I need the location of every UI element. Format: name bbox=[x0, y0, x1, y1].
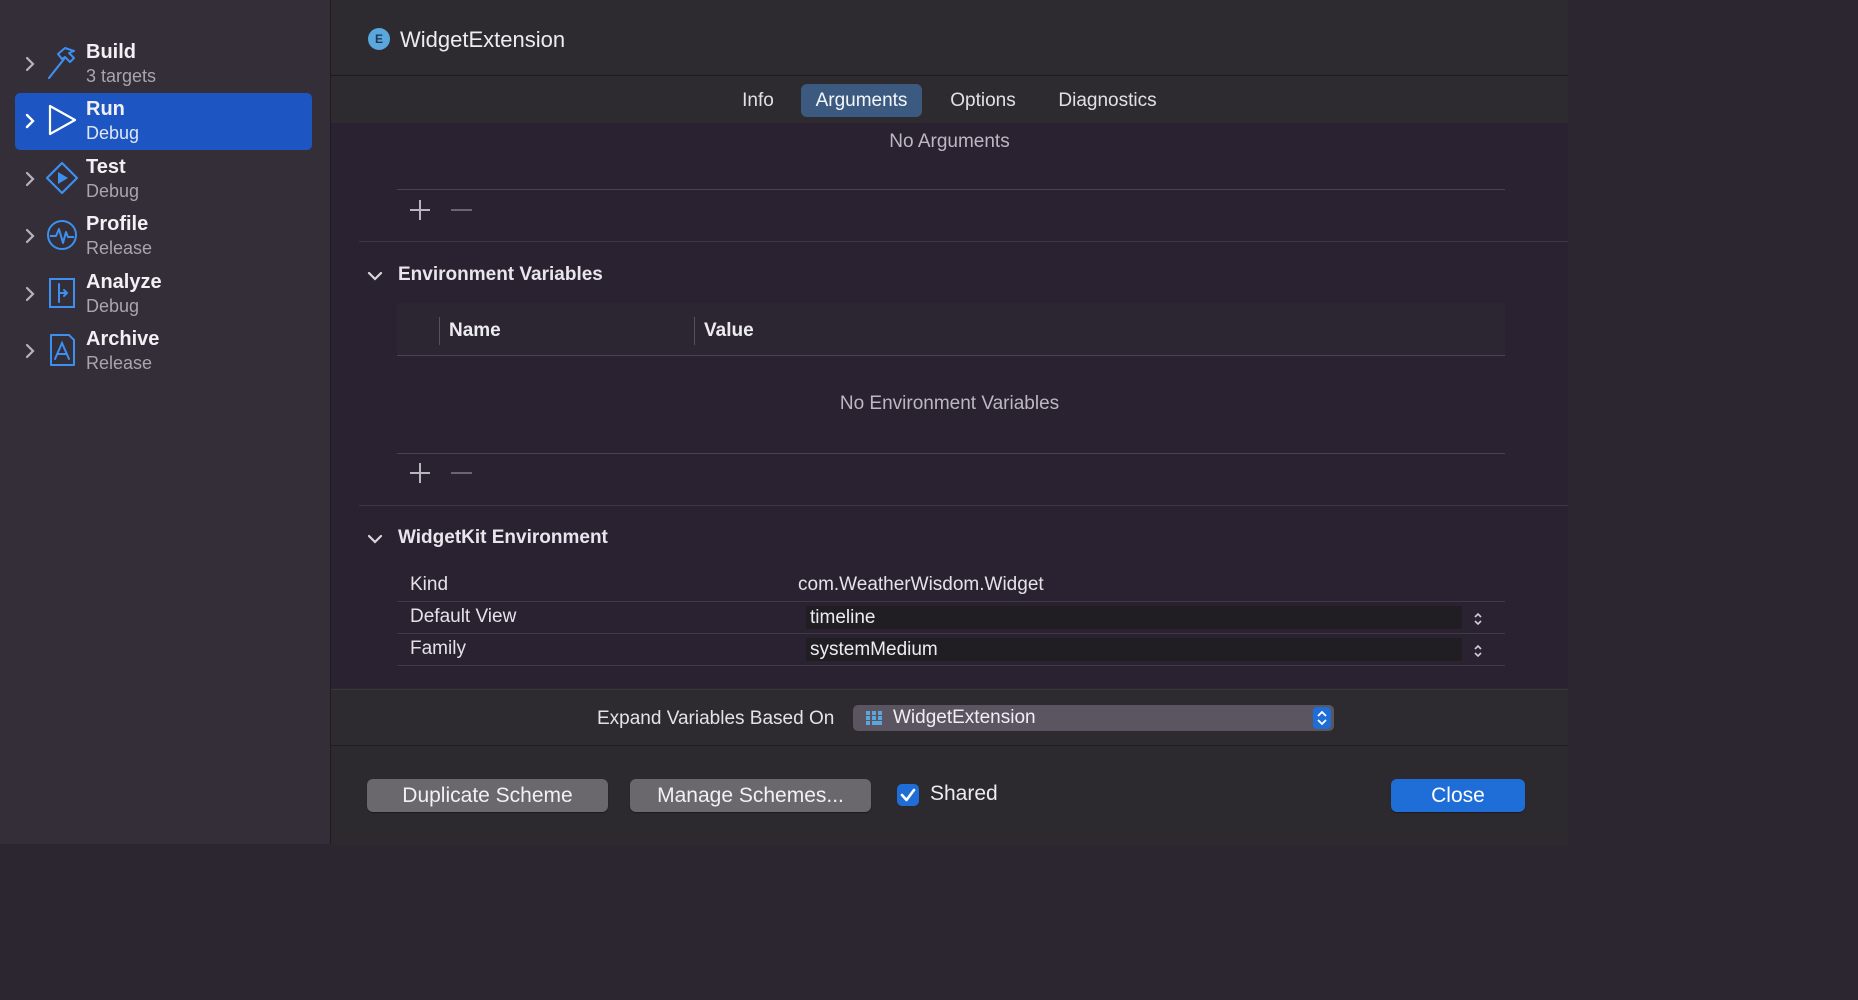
close-button[interactable]: Close bbox=[1391, 779, 1525, 812]
expand-variables-popup[interactable]: WidgetExtension bbox=[853, 705, 1334, 731]
sidebar-item-title: Test bbox=[86, 156, 126, 178]
shared-checkbox[interactable] bbox=[897, 784, 919, 806]
sidebar-item-title: Run bbox=[86, 98, 125, 120]
duplicate-scheme-button[interactable]: Duplicate Scheme bbox=[367, 779, 608, 812]
add-argument-button[interactable] bbox=[410, 200, 430, 220]
env-table-header: Name Value bbox=[397, 303, 1505, 355]
chevron-right-icon[interactable] bbox=[22, 226, 38, 246]
sidebar-item-archive[interactable]: Archive Release bbox=[15, 323, 312, 380]
hammer-icon bbox=[47, 47, 75, 80]
chevron-right-icon[interactable] bbox=[22, 54, 38, 74]
up-down-stepper-icon[interactable] bbox=[1472, 642, 1484, 660]
sidebar-item-title: Analyze bbox=[86, 271, 162, 293]
column-header-value[interactable]: Value bbox=[704, 320, 754, 342]
column-divider bbox=[439, 317, 440, 345]
add-remove-arguments bbox=[410, 200, 472, 220]
add-remove-env-vars bbox=[410, 463, 472, 483]
sidebar-item-profile[interactable]: Profile Release bbox=[15, 208, 312, 265]
default-view-label: Default View bbox=[410, 606, 517, 627]
scheme-header: E WidgetExtension bbox=[331, 0, 1568, 76]
expand-variables-bar: Expand Variables Based On WidgetExtensio… bbox=[331, 689, 1568, 746]
column-divider bbox=[694, 317, 695, 345]
section-divider bbox=[359, 241, 1568, 242]
archive-icon bbox=[50, 334, 75, 366]
test-diamond-icon bbox=[45, 161, 79, 195]
arguments-content: No Arguments Environment Variables Name … bbox=[331, 123, 1568, 688]
scheme-action-sidebar: Build 3 targets Run Debug Test Debug Pro… bbox=[0, 0, 331, 844]
family-field[interactable]: systemMedium bbox=[806, 638, 1462, 661]
sidebar-item-subtitle: 3 targets bbox=[86, 66, 157, 86]
popup-arrows-icon bbox=[1313, 707, 1331, 729]
analyze-icon bbox=[49, 278, 75, 308]
scheme-title: WidgetExtension bbox=[400, 27, 566, 52]
sidebar-item-subtitle: Debug bbox=[86, 123, 140, 143]
manage-schemes-button[interactable]: Manage Schemes... bbox=[630, 779, 871, 812]
chevron-right-icon[interactable] bbox=[22, 341, 38, 361]
sidebar-item-build[interactable]: Build 3 targets bbox=[15, 36, 312, 93]
add-env-var-button[interactable] bbox=[410, 463, 430, 483]
chevron-right-icon[interactable] bbox=[22, 284, 38, 304]
divider bbox=[397, 189, 1505, 190]
tab-arguments[interactable]: Arguments bbox=[801, 84, 922, 117]
dialog-footer: Duplicate Scheme Manage Schemes... Share… bbox=[331, 745, 1568, 845]
sidebar-item-test[interactable]: Test Debug bbox=[15, 151, 312, 208]
divider bbox=[397, 601, 1505, 602]
tab-info[interactable]: Info bbox=[728, 84, 788, 117]
tab-diagnostics[interactable]: Diagnostics bbox=[1045, 84, 1170, 117]
sidebar-item-subtitle: Debug bbox=[86, 181, 140, 201]
kind-value: com.WeatherWisdom.Widget bbox=[798, 574, 1044, 595]
tab-options[interactable]: Options bbox=[937, 84, 1029, 117]
app-extension-icon bbox=[866, 711, 882, 725]
expand-variables-value: WidgetExtension bbox=[893, 707, 1036, 728]
extension-badge-icon: E bbox=[368, 28, 390, 50]
sidebar-item-run[interactable]: Run Debug bbox=[15, 93, 312, 150]
sidebar-item-subtitle: Release bbox=[86, 353, 153, 373]
chevron-down-icon[interactable] bbox=[367, 270, 383, 282]
env-vars-heading: Environment Variables bbox=[398, 264, 603, 285]
sidebar-item-title: Build bbox=[86, 41, 136, 63]
tab-bar: Info Arguments Options Diagnostics bbox=[331, 76, 1568, 123]
default-view-field[interactable]: timeline bbox=[806, 606, 1462, 629]
divider bbox=[397, 355, 1505, 356]
sidebar-item-title: Archive bbox=[86, 328, 160, 350]
up-down-stepper-icon[interactable] bbox=[1472, 610, 1484, 628]
sidebar-item-subtitle: Debug bbox=[86, 296, 140, 316]
divider bbox=[397, 453, 1505, 454]
chevron-right-icon[interactable] bbox=[22, 111, 38, 131]
chevron-down-icon[interactable] bbox=[367, 533, 383, 545]
shared-label[interactable]: Shared bbox=[930, 782, 998, 806]
expand-variables-label: Expand Variables Based On bbox=[597, 708, 835, 729]
section-divider bbox=[359, 505, 1568, 506]
divider bbox=[397, 665, 1505, 666]
checkmark-icon bbox=[900, 788, 916, 802]
scheme-editor-main: E WidgetExtension Info Arguments Options… bbox=[331, 0, 1568, 845]
divider bbox=[397, 633, 1505, 634]
sidebar-item-analyze[interactable]: Analyze Debug bbox=[15, 266, 312, 323]
chevron-right-icon[interactable] bbox=[22, 169, 38, 189]
kind-label: Kind bbox=[410, 574, 449, 595]
waveform-icon bbox=[47, 220, 77, 250]
no-env-vars-text: No Environment Variables bbox=[839, 393, 1060, 414]
no-arguments-text: No Arguments bbox=[889, 131, 1010, 152]
sidebar-item-subtitle: Release bbox=[86, 238, 153, 258]
widgetkit-heading: WidgetKit Environment bbox=[398, 527, 608, 548]
sidebar-item-title: Profile bbox=[86, 213, 149, 235]
column-header-name[interactable]: Name bbox=[449, 320, 501, 342]
play-icon bbox=[48, 104, 77, 136]
family-label: Family bbox=[410, 638, 466, 659]
